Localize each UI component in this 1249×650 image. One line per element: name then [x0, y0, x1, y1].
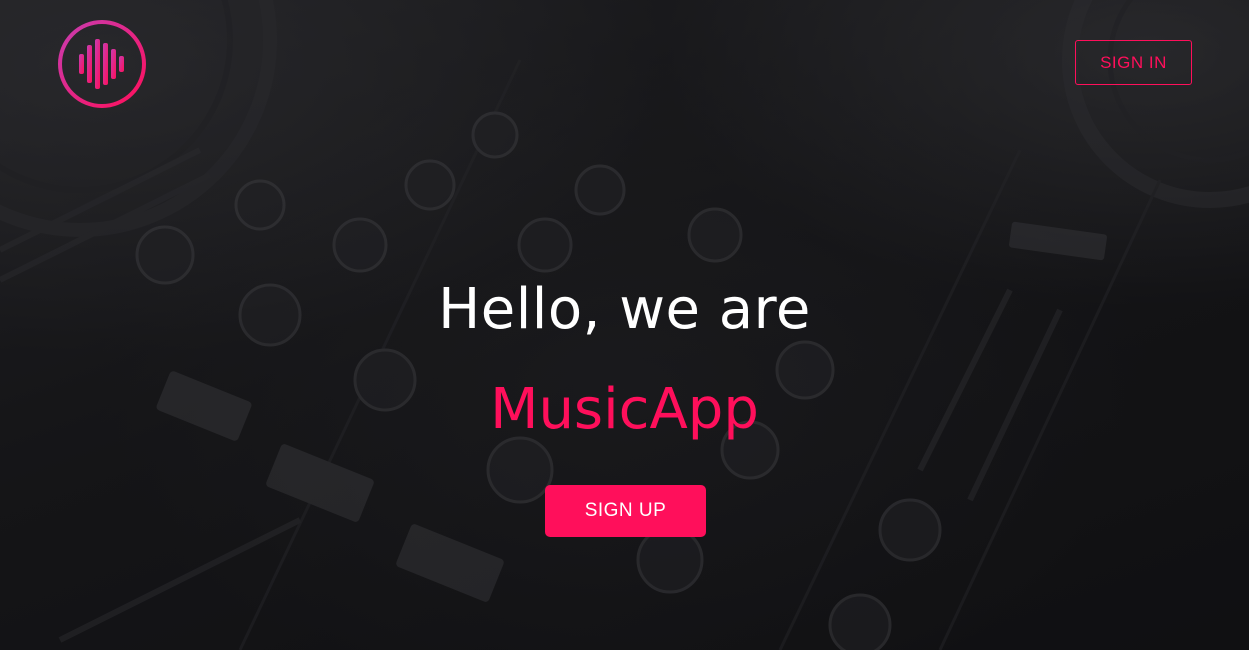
sign-in-button[interactable]: SIGN IN [1075, 40, 1192, 85]
brand-name: MusicApp [490, 377, 759, 442]
hero-section: SIGN IN Hello, we are MusicApp SIGN UP [0, 0, 1249, 650]
hero-headline: Hello, we are [438, 277, 811, 342]
sound-wave-logo-icon[interactable] [57, 19, 147, 109]
sign-up-button[interactable]: SIGN UP [545, 485, 706, 537]
